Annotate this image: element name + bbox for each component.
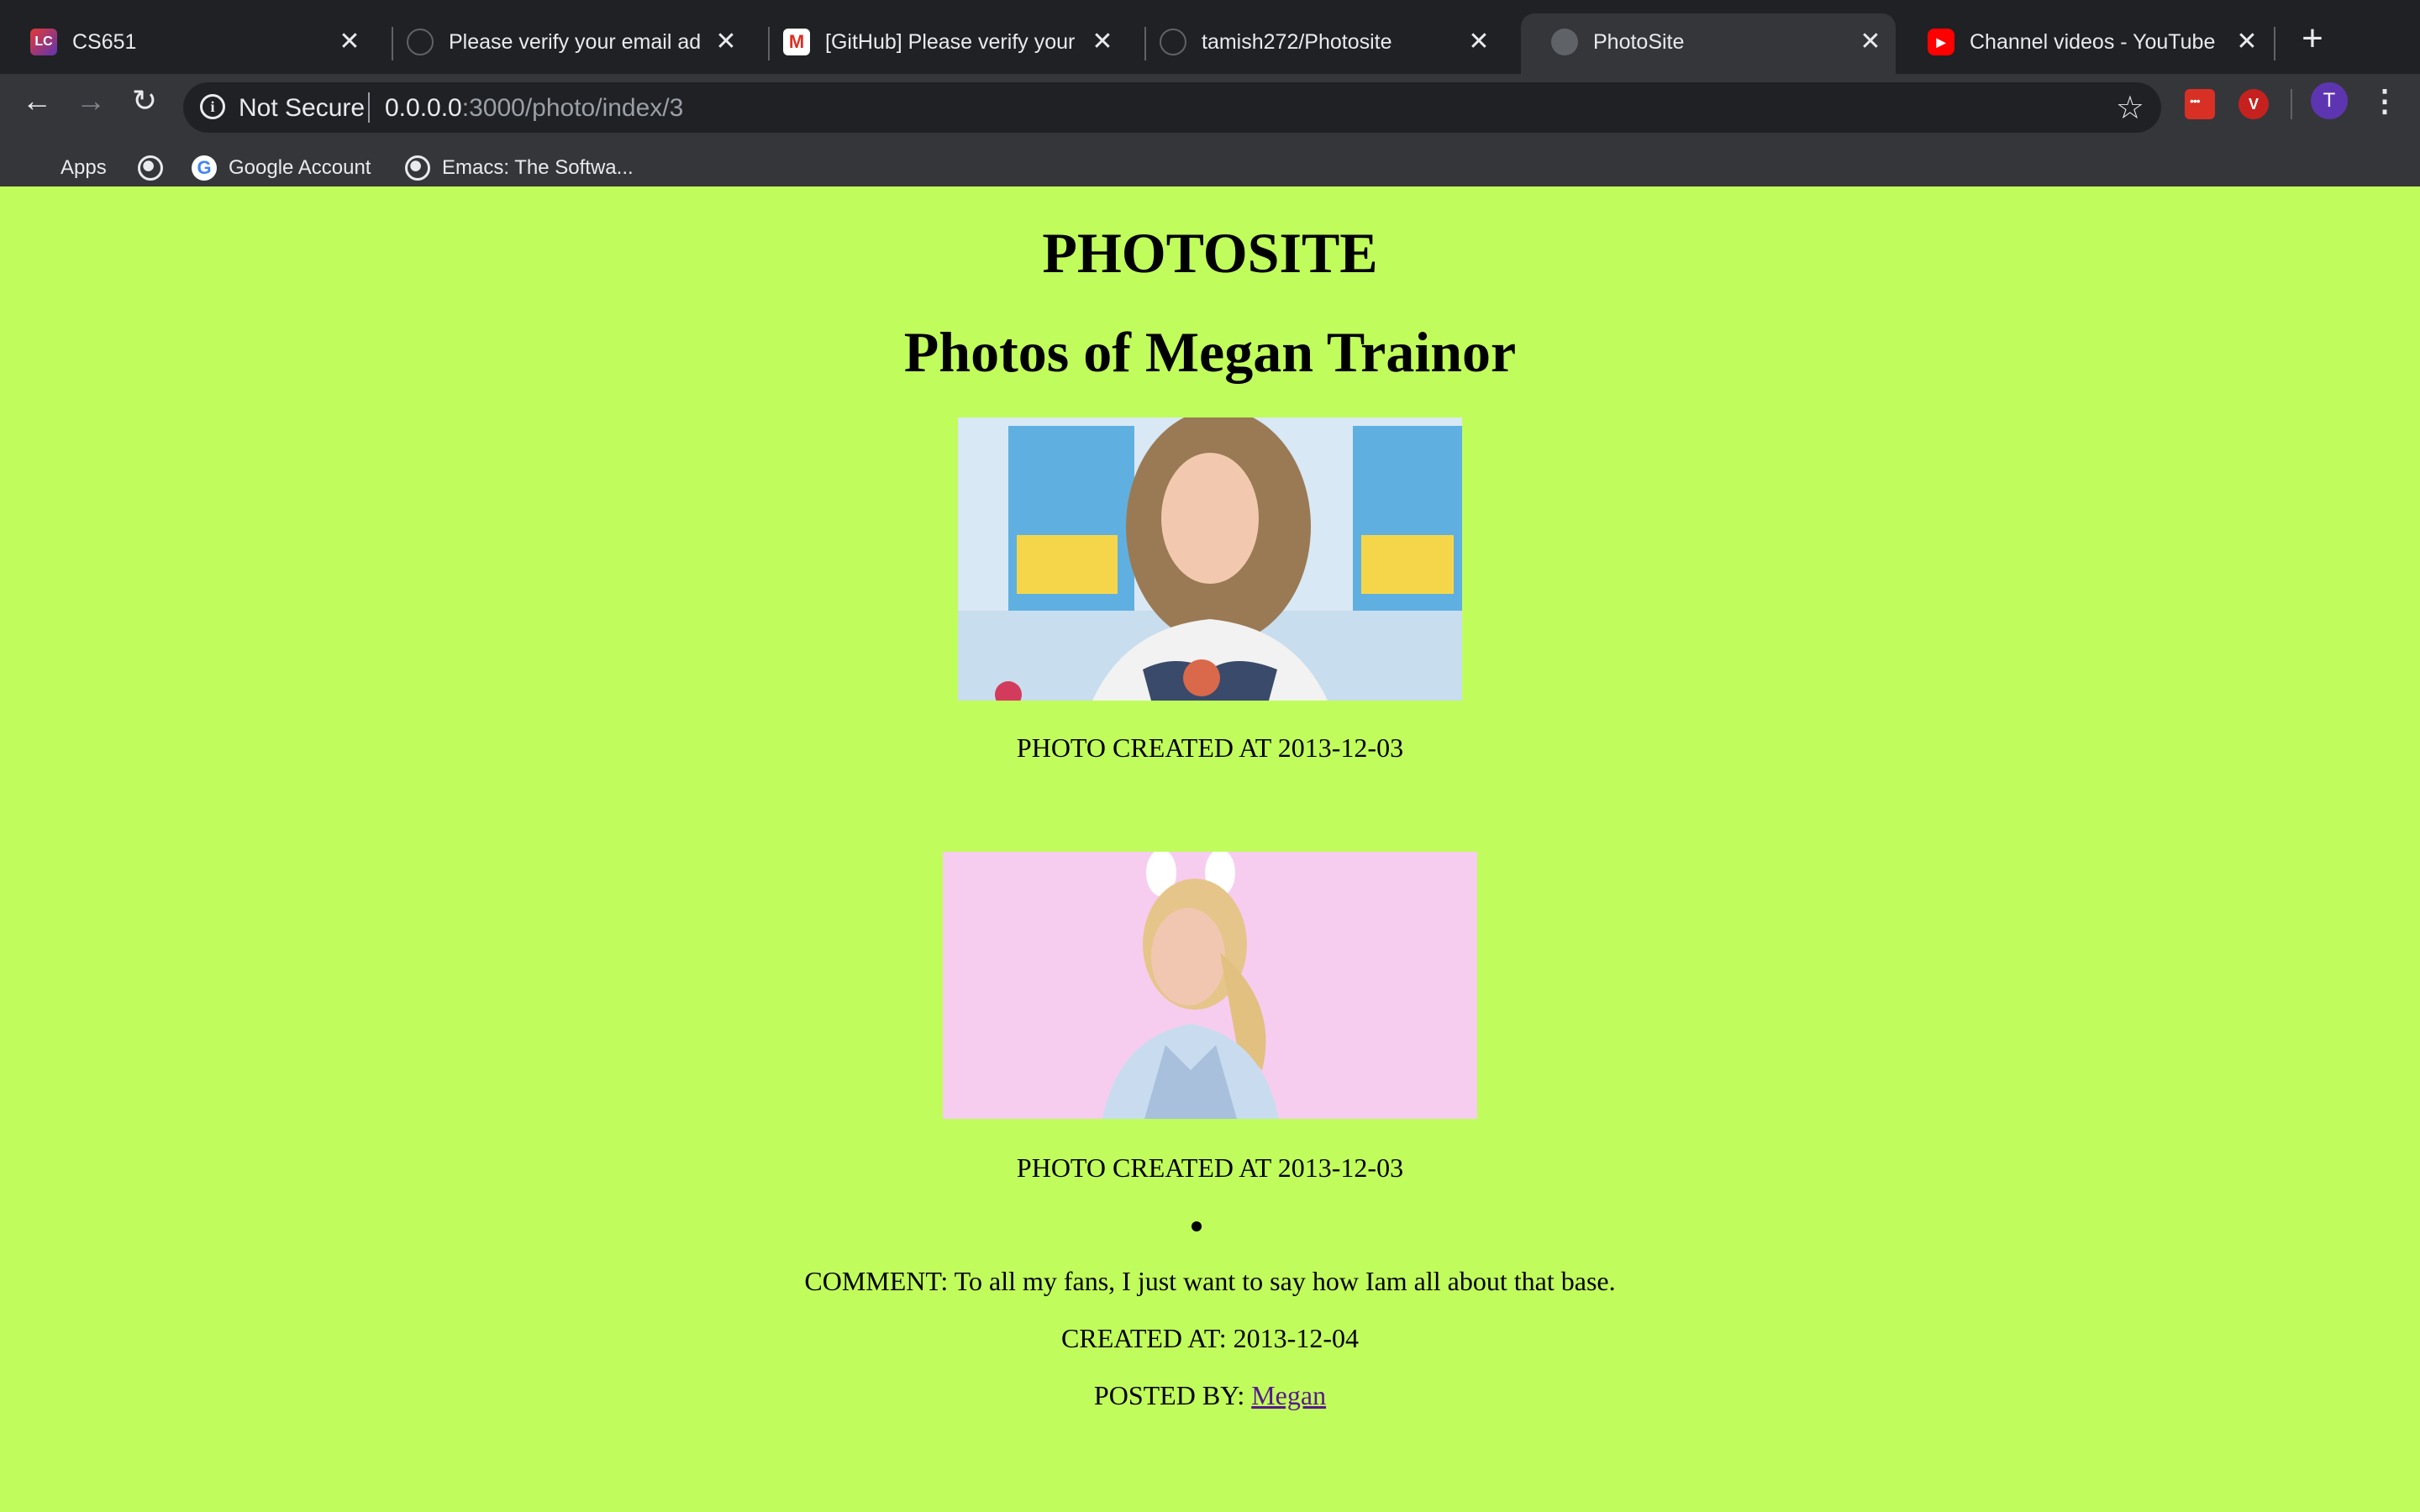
tab-strip: LC CS651 ✕ Please verify your email addr… [0,0,2420,74]
github-icon [407,29,434,55]
extension-lastpass-icon[interactable] [2185,89,2215,119]
tab-title: CS651 [72,30,137,54]
reload-icon[interactable]: ↻ [124,81,165,121]
back-icon[interactable]: ← [17,81,57,121]
tab-title: PhotoSite [1593,30,1685,54]
apps-grid-icon [24,155,49,181]
profile-avatar[interactable]: T [2311,82,2348,119]
url-path: :3000/photo/index/3 [461,94,684,122]
address-divider [368,92,370,123]
author-link[interactable]: Megan [1251,1380,1326,1410]
bookmark-google-account[interactable]: G Google Account [192,153,371,183]
address-bar[interactable]: i Not Secure 0.0.0.0:3000/photo/index/3 … [183,82,2161,133]
bookmarks-bar: Apps G Google Account Emacs: The Softwa.… [0,141,2420,193]
toolbar-divider [2291,89,2292,119]
close-icon[interactable]: ✕ [713,29,739,55]
tab-title: [GitHub] Please verify your em [825,30,1077,54]
google-icon: G [192,155,217,181]
url-text[interactable]: 0.0.0.0:3000/photo/index/3 [385,94,683,123]
comment-posted-by: POSTED BY: Megan [0,1380,2420,1411]
tab-verify-email[interactable]: Please verify your email addre ✕ [376,13,751,74]
bookmark-apps[interactable]: Apps [24,153,107,183]
photo-2-caption: PHOTO CREATED AT 2013-12-03 [1016,1152,1404,1183]
forward-icon[interactable]: → [71,81,111,121]
globe-icon [405,155,430,181]
tab-title: tamish272/Photosite [1202,30,1392,54]
close-icon[interactable]: ✕ [1465,29,1492,55]
github-icon [1160,29,1186,55]
more-menu-icon[interactable]: ⋮ [2370,81,2400,121]
close-icon[interactable]: ✕ [1089,29,1116,55]
comment-list-bullet [1192,1221,1202,1231]
url-host: 0.0.0.0 [385,94,462,122]
globe-icon [138,155,163,181]
page-content: PHOTOSITE Photos of Megan Trainor PHOTO … [0,186,2420,1512]
new-tab-button[interactable]: + [2296,20,2329,57]
comment-text: COMMENT: To all my fans, I just want to … [804,1266,1616,1296]
close-icon[interactable]: ✕ [336,29,363,55]
bookmark-star-icon[interactable]: ☆ [2116,89,2144,127]
bookmark-label: Apps [60,156,107,179]
close-icon[interactable]: ✕ [2233,29,2260,55]
tab-gmail[interactable]: M [GitHub] Please verify your em ✕ [753,13,1128,74]
comment-created-at: CREATED AT: 2013-12-04 [1061,1323,1359,1353]
site-title: PHOTOSITE [1042,221,1378,285]
gallery-title: Photos of Megan Trainor [903,320,1517,384]
bookmark-globe[interactable] [138,153,175,183]
browser-toolbar: ← → ↻ i Not Secure 0.0.0.0:3000/photo/in… [0,74,2420,202]
bookmark-emacs[interactable]: Emacs: The Softwa... [405,153,634,183]
youtube-icon: ▶ [1928,29,1954,55]
tab-photosite-repo[interactable]: tamish272/Photosite ✕ [1129,13,1504,74]
info-icon[interactable]: i [200,94,225,119]
tab-cs651[interactable]: LC CS651 ✕ [0,13,375,74]
photo-1 [958,417,1462,701]
lc-icon: LC [30,29,57,55]
gmail-icon: M [783,29,810,55]
tab-photosite[interactable]: PhotoSite ✕ [1521,13,1896,74]
globe-icon [1551,29,1578,55]
extension-expressvpn-icon[interactable]: V [2238,89,2269,119]
close-icon[interactable]: ✕ [1857,29,1884,55]
posted-by-label: POSTED BY: [1093,1380,1252,1410]
tab-title: Please verify your email addre [449,30,701,54]
photo-2 [943,852,1477,1119]
tab-youtube-studio[interactable]: ▶ Channel videos - YouTube Stu ✕ [1897,13,2272,74]
tab-divider [2274,27,2275,60]
tab-title: Channel videos - YouTube Stu [1970,30,2222,54]
bookmark-label: Google Account [229,156,371,179]
security-status[interactable]: Not Secure [239,94,365,123]
bookmark-label: Emacs: The Softwa... [442,156,634,179]
photo-1-caption: PHOTO CREATED AT 2013-12-03 [1016,732,1404,763]
